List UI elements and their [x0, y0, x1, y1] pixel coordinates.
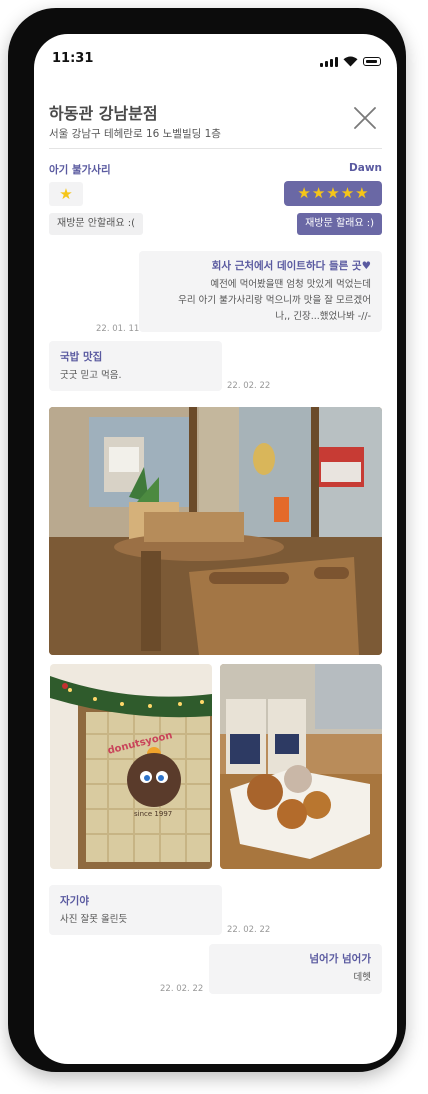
- message-line: 예전에 먹어봤을땐 엄청 맛있게 먹었는데: [210, 279, 371, 290]
- star-icon: ★: [59, 184, 73, 203]
- photo-cafe-interior[interactable]: [49, 407, 382, 655]
- mural-since-text: since 1997: [134, 810, 172, 818]
- message-title: 자기야: [60, 895, 89, 907]
- star-icon: ★: [311, 184, 326, 202]
- message-line: 데헷: [353, 972, 371, 983]
- message-line: 나,, 긴장...했었나봐 -//-: [275, 311, 371, 322]
- revisit-tag-left: 재방문 안할래요 :(: [49, 213, 144, 235]
- message-line: 사진 잘못 올린듯: [60, 914, 128, 925]
- message-date: 22. 01. 11: [96, 324, 140, 334]
- signal-icon: [320, 56, 338, 67]
- message-bubble: 국밥 맛집 굿굿 믿고 먹음.: [49, 341, 222, 391]
- message-title: 회사 근처에서 데이트하다 들른 곳♥: [211, 260, 371, 272]
- revisit-tag-right: 재방문 할래요 :): [297, 213, 382, 235]
- status-time: 11:31: [52, 51, 94, 66]
- wifi-icon: [343, 52, 358, 71]
- message-bubble: 자기야 사진 잘못 올린듯: [49, 885, 222, 935]
- photo-donuts[interactable]: [220, 664, 382, 869]
- message-title: 국밥 맛집: [60, 351, 103, 363]
- app-screen: 11:31 하동관 강남분점 서울 강남구 테헤란로 16 노벨빌딩 1층 아기…: [34, 34, 397, 1064]
- message-line: 굿굿 믿고 먹음.: [60, 370, 122, 381]
- star-icon: ★: [355, 184, 369, 202]
- battery-icon: [363, 57, 381, 66]
- header-divider: [49, 148, 382, 149]
- photo-donut-mural[interactable]: donutsyoon since 1997: [50, 664, 212, 869]
- star-icon: ★: [326, 184, 340, 202]
- phone-frame: 11:31 하동관 강남분점 서울 강남구 테헤란로 16 노벨빌딩 1층 아기…: [8, 8, 406, 1072]
- status-icons: [320, 52, 381, 71]
- star-icon: ★: [297, 184, 311, 202]
- message-date: 22. 02. 22: [160, 984, 204, 994]
- message-bubble: 넘어가 넘어가 데헷: [209, 944, 382, 994]
- rating-left: ★: [49, 182, 83, 206]
- star-icon: ★: [340, 184, 355, 202]
- message-line: 우리 아기 불가사리랑 먹으니까 맛을 잘 모르겠어: [178, 295, 371, 306]
- message-title: 넘어가 넘어가: [309, 953, 371, 965]
- restaurant-address: 서울 강남구 테헤란로 16 노벨빌딩 1층: [49, 128, 221, 140]
- status-bar: 11:31: [34, 34, 397, 84]
- message-bubble: 회사 근처에서 데이트하다 들른 곳♥ 예전에 먹어봤을땐 엄청 맛있게 먹었는…: [139, 251, 382, 332]
- user-name-right: Dawn: [349, 162, 382, 174]
- message-date: 22. 02. 22: [227, 925, 271, 935]
- close-icon: [354, 107, 376, 129]
- user-name-left: 아기 불가사리: [49, 164, 111, 176]
- page-title: 하동관 강남분점: [49, 104, 158, 123]
- message-date: 22. 02. 22: [227, 381, 271, 391]
- rating-right: ★ ★ ★ ★ ★: [284, 181, 382, 206]
- close-button[interactable]: [353, 106, 377, 130]
